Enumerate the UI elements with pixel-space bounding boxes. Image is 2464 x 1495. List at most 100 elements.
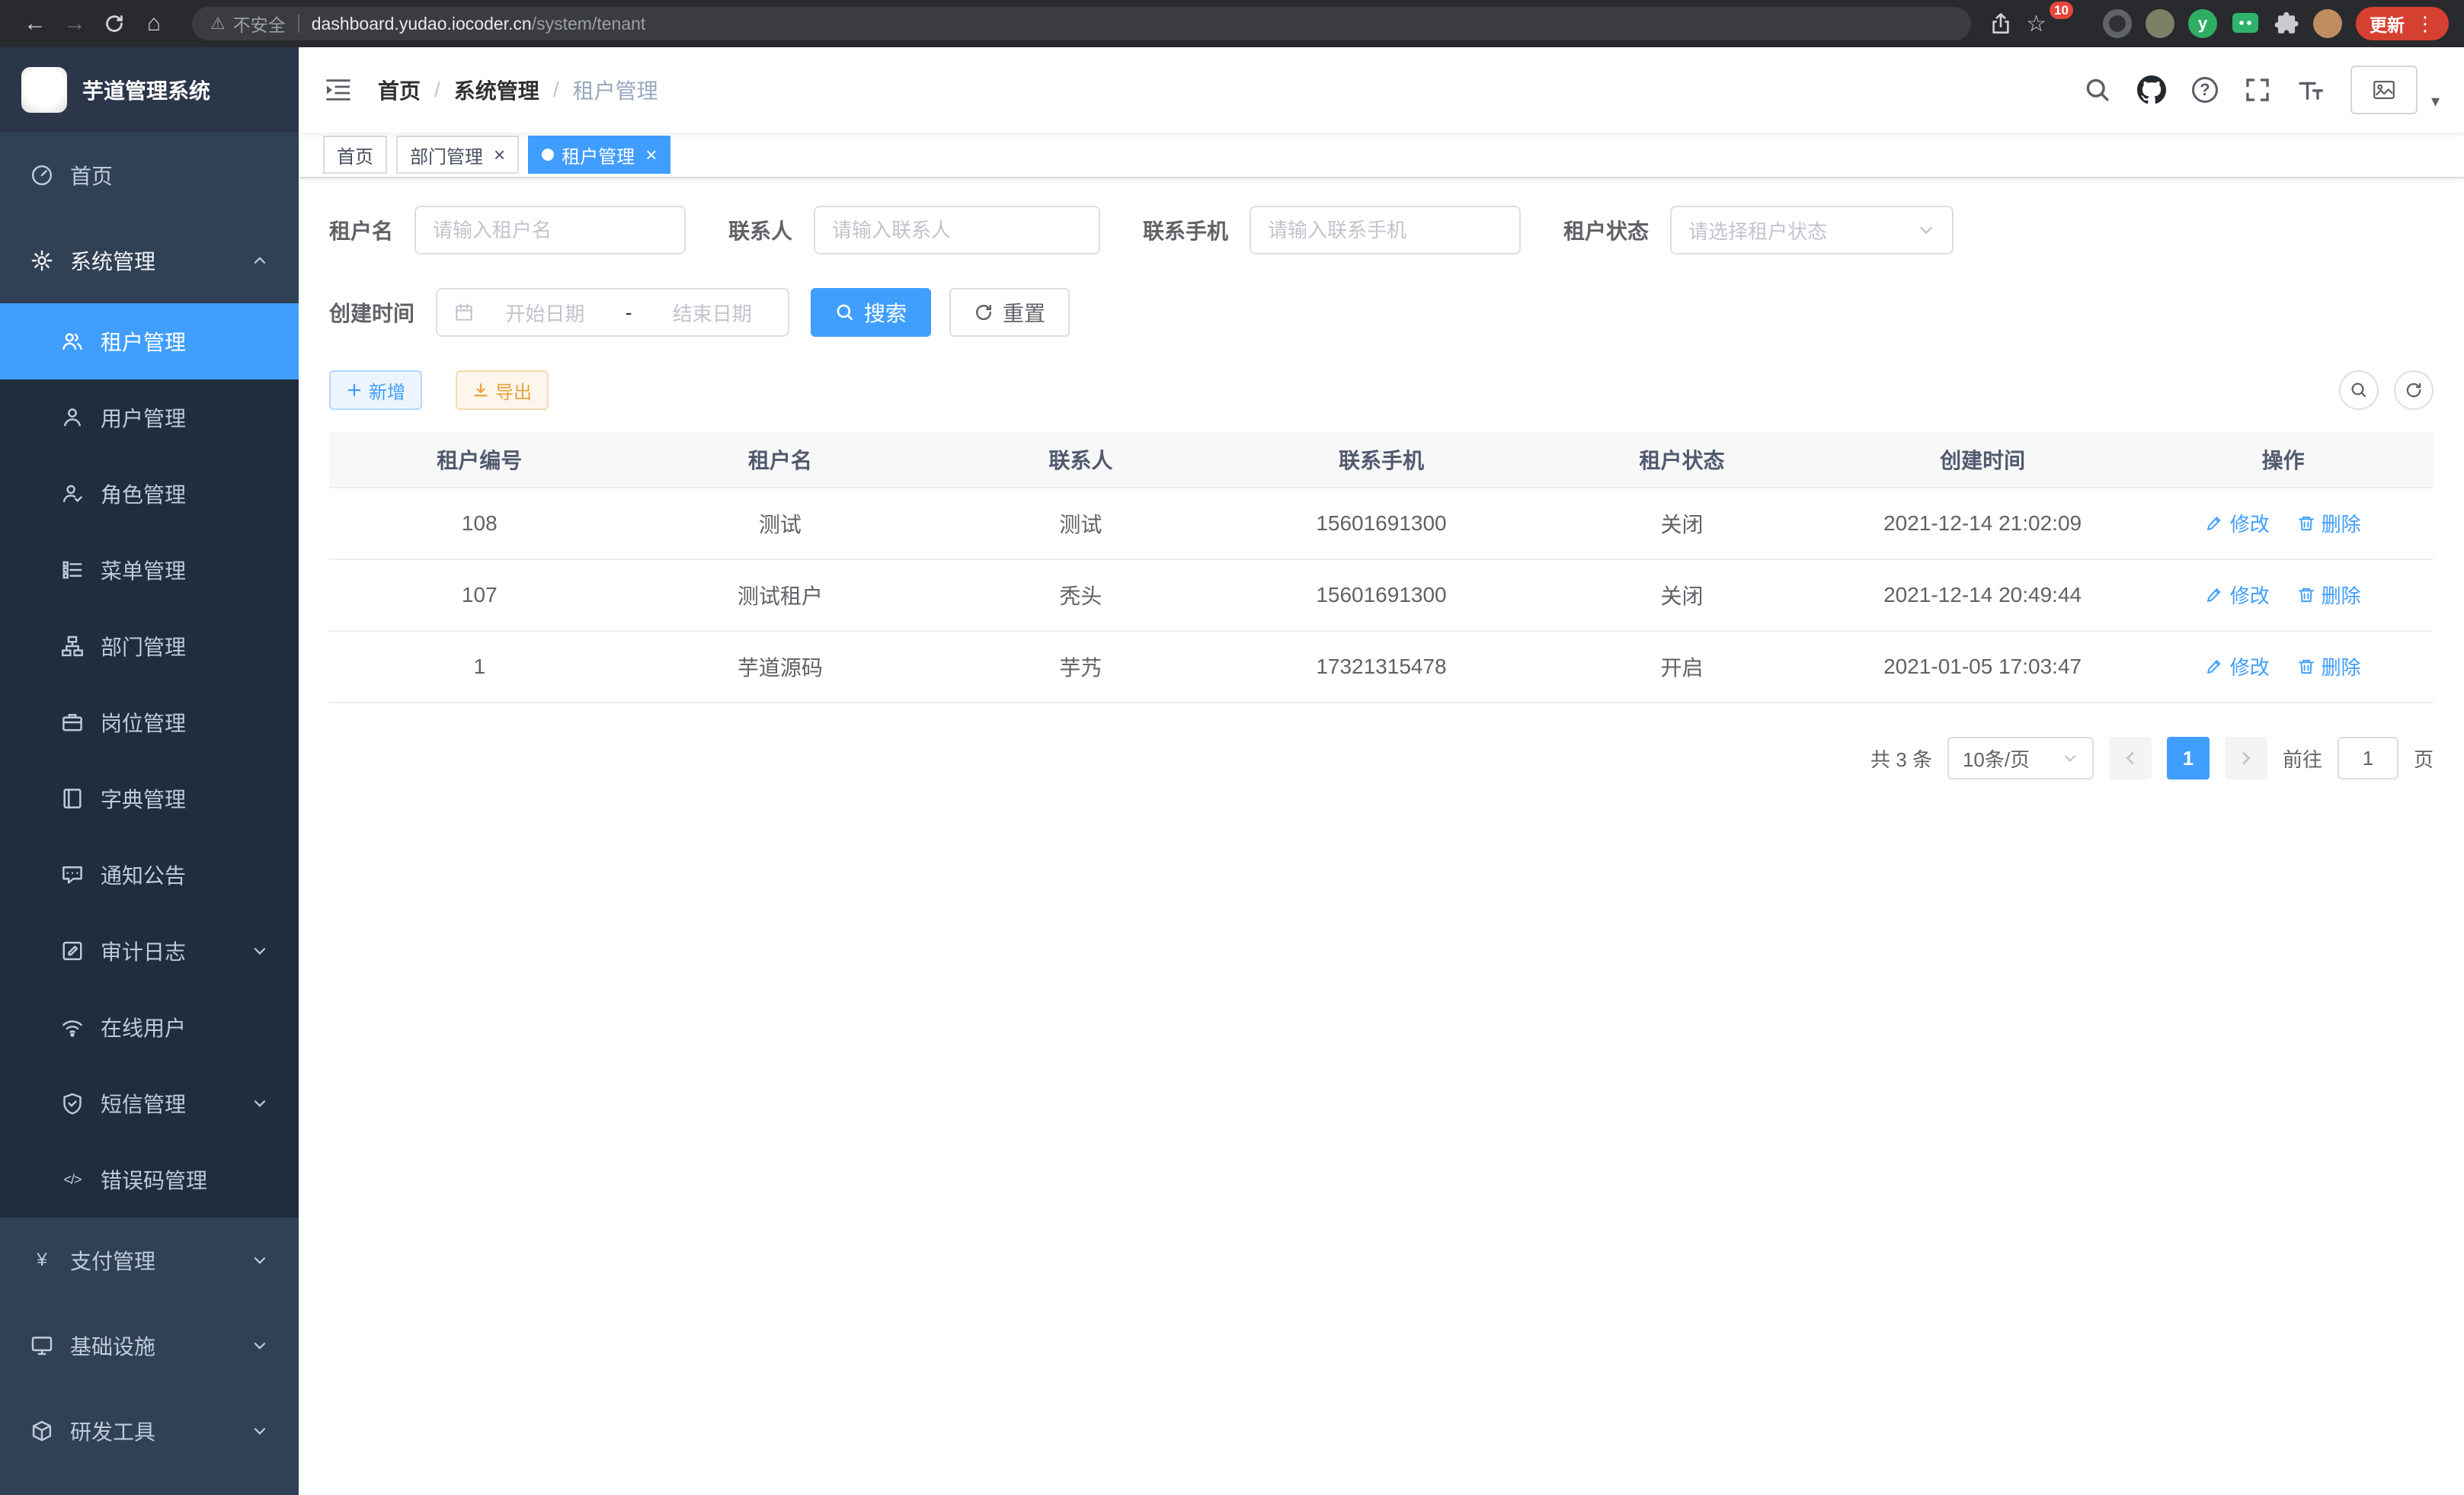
next-page-button[interactable]: [2225, 737, 2267, 780]
column-header: 联系人: [930, 431, 1231, 488]
edit-link[interactable]: 修改: [2206, 581, 2270, 609]
sidebar-item-dev-tools[interactable]: 研发工具: [0, 1388, 299, 1474]
fullscreen-icon[interactable]: [2244, 76, 2271, 104]
toggle-search-button[interactable]: [2339, 370, 2379, 410]
share-icon[interactable]: [1989, 12, 2012, 35]
sidebar-item-menu[interactable]: 菜单管理: [0, 532, 299, 608]
bookmark-star-icon[interactable]: ☆: [2026, 4, 2046, 43]
github-icon[interactable]: [2137, 75, 2166, 104]
sidebar-item-tenant[interactable]: 租户管理: [0, 303, 299, 379]
chevron-down-icon: [251, 1337, 268, 1354]
cell-mobile: 17321315478: [1231, 631, 1532, 703]
tenant-status-select[interactable]: 请选择租户状态: [1670, 206, 1954, 255]
browser-forward-button[interactable]: →: [55, 4, 94, 43]
page-number-current[interactable]: 1: [2167, 737, 2210, 780]
sidebar-item-dict[interactable]: 字典管理: [0, 760, 299, 837]
browser-profile-avatar[interactable]: [2313, 9, 2342, 38]
sidebar-item-error-code[interactable]: </> 错误码管理: [0, 1141, 299, 1218]
extension-icon-pinned[interactable]: 10: [2060, 9, 2089, 38]
cell-status: 关闭: [1531, 559, 1832, 631]
browser-back-button[interactable]: ←: [15, 4, 55, 43]
docs-help-icon[interactable]: ?: [2192, 77, 2218, 103]
chevron-down-icon: [1917, 221, 1935, 239]
sidebar-item-infrastructure[interactable]: 基础设施: [0, 1303, 299, 1388]
create-time-label: 创建时间: [329, 297, 414, 328]
header-search-icon[interactable]: [2084, 76, 2111, 104]
refresh-table-button[interactable]: [2394, 370, 2434, 410]
sidebar-item-audit-log[interactable]: 审计日志: [0, 913, 299, 989]
contact-input[interactable]: [814, 206, 1100, 255]
sidebar-item-notice[interactable]: 通知公告: [0, 837, 299, 913]
reset-button-label: 重置: [1003, 297, 1045, 328]
breadcrumb-system[interactable]: 系统管理: [454, 75, 539, 105]
font-size-icon[interactable]: [2297, 76, 2325, 104]
extension-icon-dark[interactable]: [2103, 9, 2132, 38]
browser-reload-button[interactable]: [94, 4, 134, 43]
search-form-row-1: 租户名 联系人 联系手机 租户状态 请选择租户状态: [329, 206, 2434, 255]
page-size-select[interactable]: 10条/页: [1947, 737, 2094, 780]
prev-page-button[interactable]: [2109, 737, 2152, 780]
list-icon: [61, 559, 84, 581]
table-header-row: 租户编号 租户名 联系人 联系手机 租户状态 创建时间 操作: [329, 431, 2434, 488]
tab-tenant-active[interactable]: 租户管理 ×: [528, 136, 670, 174]
sidebar-item-label: 部门管理: [101, 631, 186, 661]
tab-close-icon[interactable]: ×: [494, 145, 505, 165]
sidebar-item-sms[interactable]: 短信管理: [0, 1065, 299, 1141]
edit-link[interactable]: 修改: [2206, 652, 2270, 680]
cell-tenant-id: 1: [329, 631, 630, 703]
sidebar-item-role[interactable]: 角色管理: [0, 456, 299, 532]
gear-icon: [30, 249, 53, 272]
sidebar-item-label: 字典管理: [101, 783, 186, 814]
extension-icon-chat[interactable]: [2231, 9, 2260, 38]
date-end-placeholder: 结束日期: [653, 299, 771, 327]
sidebar-collapse-button[interactable]: [323, 75, 354, 105]
create-time-range-picker[interactable]: 开始日期 - 结束日期: [436, 288, 789, 337]
delete-link[interactable]: 删除: [2297, 581, 2361, 609]
tab-close-icon[interactable]: ×: [645, 145, 657, 165]
reset-button[interactable]: 重置: [949, 288, 1070, 337]
cell-operations: 修改 删除: [2133, 488, 2434, 559]
browser-home-button[interactable]: ⌂: [134, 4, 174, 43]
chevron-down-icon: [251, 943, 268, 959]
breadcrumb-separator: /: [434, 78, 440, 102]
sidebar-item-post[interactable]: 岗位管理: [0, 684, 299, 760]
search-icon: [2350, 381, 2368, 399]
tab-home[interactable]: 首页: [323, 136, 387, 174]
address-bar[interactable]: ⚠ 不安全 dashboard.yudao.iocoder.cn /system…: [192, 7, 1971, 40]
url-domain: dashboard.yudao.iocoder.cn: [312, 14, 532, 34]
sidebar-item-dept[interactable]: 部门管理: [0, 608, 299, 684]
add-button[interactable]: 新增: [329, 370, 422, 410]
sidebar-item-label: 错误码管理: [101, 1164, 207, 1195]
search-button[interactable]: 搜索: [811, 288, 931, 337]
reload-icon: [104, 13, 125, 34]
delete-link[interactable]: 删除: [2297, 509, 2361, 537]
mobile-input[interactable]: [1250, 206, 1521, 255]
delete-link[interactable]: 删除: [2297, 652, 2361, 680]
code-icon: </>: [61, 1172, 84, 1188]
app-logo[interactable]: 芋道管理系统: [0, 47, 299, 133]
sidebar-item-system[interactable]: 系统管理: [0, 218, 299, 303]
tab-dept[interactable]: 部门管理 ×: [396, 136, 519, 174]
search-icon: [835, 303, 855, 322]
edit-link[interactable]: 修改: [2206, 509, 2270, 537]
extension-icon-olive[interactable]: [2146, 9, 2174, 38]
avatar-dropdown-caret[interactable]: ▾: [2431, 91, 2440, 114]
extension-icon-green-letter[interactable]: y: [2188, 9, 2217, 38]
briefcase-icon: [61, 711, 84, 734]
sidebar-item-home[interactable]: 首页: [0, 133, 299, 218]
extension-badge: 10: [2050, 2, 2073, 19]
sidebar-item-online-users[interactable]: 在线用户: [0, 989, 299, 1065]
download-icon: [472, 382, 489, 399]
edit-icon: [2206, 586, 2224, 604]
sidebar-item-payment[interactable]: ¥ 支付管理: [0, 1218, 299, 1303]
breadcrumb-home[interactable]: 首页: [378, 75, 421, 105]
calendar-icon: [454, 303, 474, 322]
sidebar-item-user[interactable]: 用户管理: [0, 379, 299, 456]
goto-page-input[interactable]: [2338, 737, 2398, 780]
tenant-name-input[interactable]: [414, 206, 686, 255]
user-avatar[interactable]: [2350, 66, 2418, 114]
browser-menu-icon[interactable]: ⋮: [2415, 12, 2435, 36]
export-button[interactable]: 导出: [456, 370, 549, 410]
browser-update-button[interactable]: 更新 ⋮: [2356, 7, 2449, 40]
extensions-puzzle-icon[interactable]: [2274, 11, 2299, 37]
